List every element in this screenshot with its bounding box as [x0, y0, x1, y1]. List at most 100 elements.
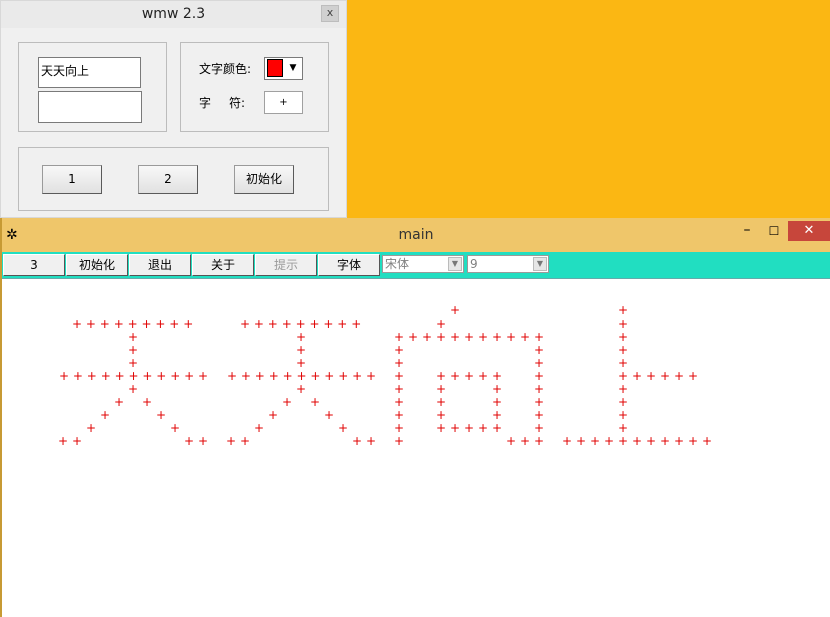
plus-mark: +	[688, 434, 699, 448]
char-input[interactable]: +	[264, 91, 303, 114]
plus-mark: +	[478, 421, 489, 435]
plus-mark: +	[141, 317, 152, 331]
plus-mark: +	[170, 369, 181, 383]
plus-mark: +	[253, 317, 264, 331]
plus-mark: +	[198, 434, 209, 448]
plus-mark: +	[128, 343, 139, 357]
plus-mark: +	[114, 395, 125, 409]
minimize-button[interactable]: –	[735, 223, 759, 243]
color-swatch[interactable]	[267, 59, 283, 77]
plus-mark: +	[254, 421, 265, 435]
plus-mark: +	[618, 421, 629, 435]
plus-mark: +	[86, 369, 97, 383]
init-button[interactable]: 初始化	[66, 254, 128, 276]
plus-mark: +	[492, 421, 503, 435]
plus-mark: +	[127, 317, 138, 331]
plus-mark: +	[436, 421, 447, 435]
plus-mark: +	[562, 434, 573, 448]
close-button[interactable]: x	[321, 5, 339, 22]
plus-mark: +	[128, 382, 139, 396]
button-3[interactable]: 3	[3, 254, 65, 276]
maximize-button[interactable]: ☐	[762, 221, 786, 241]
plus-mark: +	[72, 317, 83, 331]
plus-mark: +	[100, 369, 111, 383]
plus-mark: +	[534, 382, 545, 396]
close-button[interactable]: ✕	[788, 221, 830, 241]
char-label-b: 符:	[229, 96, 246, 110]
chevron-down-icon[interactable]: ▼	[448, 257, 462, 271]
plus-mark: +	[618, 434, 629, 448]
button-2[interactable]: 2	[138, 165, 198, 194]
plus-mark: +	[464, 369, 475, 383]
plus-mark: +	[240, 317, 251, 331]
plus-mark: +	[674, 434, 685, 448]
font-combo[interactable]: 宋体 ▼	[382, 255, 464, 273]
plus-mark: +	[352, 369, 363, 383]
chevron-down-icon[interactable]: ▼	[533, 257, 547, 271]
about-button[interactable]: 关于	[192, 254, 254, 276]
plus-mark: +	[422, 330, 433, 344]
plus-mark: +	[450, 303, 461, 317]
font-button[interactable]: 字体	[318, 254, 380, 276]
plus-mark: +	[296, 382, 307, 396]
plus-mark: +	[436, 382, 447, 396]
size-combo[interactable]: 9 ▼	[467, 255, 549, 273]
color-label: 文字颜色:	[199, 62, 252, 76]
plus-mark: +	[338, 369, 349, 383]
plus-mark: +	[99, 317, 110, 331]
plus-mark: +	[506, 330, 517, 344]
window-title: main	[398, 227, 434, 243]
plus-mark: +	[296, 330, 307, 344]
title-bar: ✲ main – ☐ ✕	[2, 218, 830, 252]
wmw-window: wmw 2.3 x 天天向上 文字颜色: ▼ 字 符: + 1 2 初始化	[0, 0, 347, 218]
plus-mark: +	[394, 408, 405, 422]
plus-mark: +	[534, 369, 545, 383]
plus-mark: +	[534, 330, 545, 344]
plus-mark: +	[394, 382, 405, 396]
plus-mark: +	[351, 317, 362, 331]
button-1[interactable]: 1	[42, 165, 102, 194]
plus-mark: +	[646, 434, 657, 448]
plus-mark: +	[366, 369, 377, 383]
plus-mark: +	[184, 369, 195, 383]
plus-mark: +	[394, 343, 405, 357]
plus-mark: +	[492, 369, 503, 383]
plus-mark: +	[85, 317, 96, 331]
plus-mark: +	[296, 343, 307, 357]
plus-mark: +	[702, 434, 713, 448]
plus-mark: +	[227, 369, 238, 383]
plus-mark: +	[113, 317, 124, 331]
plus-mark: +	[254, 369, 265, 383]
exit-button[interactable]: 退出	[129, 254, 191, 276]
hint-button[interactable]: 提示	[255, 254, 317, 276]
plus-mark: +	[309, 317, 320, 331]
plus-mark: +	[520, 330, 531, 344]
dropdown-arrow-icon[interactable]: ▼	[286, 60, 300, 77]
plus-mark: +	[618, 356, 629, 370]
plus-mark: +	[324, 408, 335, 422]
plus-mark: +	[58, 434, 69, 448]
plus-mark: +	[169, 317, 180, 331]
plus-mark: +	[72, 434, 83, 448]
plus-mark: +	[394, 369, 405, 383]
size-combo-value: 9	[470, 257, 478, 271]
plus-mark: +	[323, 317, 334, 331]
plus-mark: +	[464, 330, 475, 344]
plus-mark: +	[156, 369, 167, 383]
plus-mark: +	[576, 434, 587, 448]
plus-mark: +	[268, 369, 279, 383]
plus-mark: +	[282, 369, 293, 383]
text-input[interactable]: 天天向上	[38, 57, 141, 88]
plus-mark: +	[324, 369, 335, 383]
text-input-2[interactable]	[38, 91, 142, 123]
plus-mark: +	[450, 330, 461, 344]
plus-mark: +	[590, 434, 601, 448]
plus-mark: +	[520, 434, 531, 448]
plus-mark: +	[281, 317, 292, 331]
plus-mark: +	[492, 395, 503, 409]
plus-mark: +	[86, 421, 97, 435]
plus-mark: +	[128, 369, 139, 383]
plus-mark: +	[267, 317, 278, 331]
init-button[interactable]: 初始化	[234, 165, 294, 194]
plus-mark: +	[534, 421, 545, 435]
